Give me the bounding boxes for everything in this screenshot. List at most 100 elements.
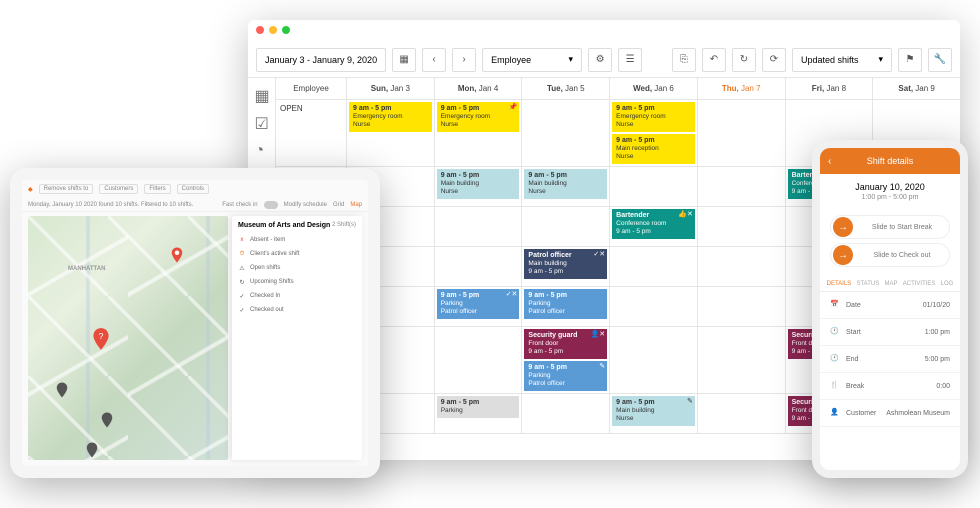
list-icon[interactable]: ☰	[618, 48, 642, 72]
tab-details[interactable]: DETAILS	[827, 281, 852, 287]
schedule-cell[interactable]	[697, 247, 785, 287]
day-header: Fri, Jan 8	[785, 78, 873, 99]
employee-filter[interactable]: Employee ▾	[482, 48, 582, 72]
detail-row: 📅Date01/10/20	[820, 292, 960, 319]
schedule-cell[interactable]: 9 am - 5 pmEmergency roomNurse9 am - 5 p…	[609, 100, 697, 167]
tab-map[interactable]: MAP	[884, 281, 897, 287]
view-map[interactable]: Map	[350, 202, 362, 208]
date-range[interactable]: January 3 - January 9, 2020	[256, 48, 386, 72]
shift-block[interactable]: Security guardFront door9 am - 5 pm👤✕	[524, 329, 607, 359]
pie-icon[interactable]: ◔	[255, 142, 269, 156]
shift-block[interactable]: 9 am - 5 pmMain buildingNurse	[437, 169, 520, 199]
calendar-check-icon[interactable]: ☑	[255, 114, 269, 128]
grid-view-icon[interactable]: ▦	[255, 86, 269, 100]
fast-checkin-toggle[interactable]: Fast check in	[222, 202, 257, 208]
calendar-icon[interactable]: ▦	[392, 48, 416, 72]
back-icon[interactable]: ‹	[828, 156, 831, 167]
shift-block[interactable]: 9 am - 5 pmParkingPatrol officer✎	[524, 361, 607, 391]
schedule-cell[interactable]	[434, 247, 522, 287]
view-grid[interactable]: Grid	[333, 202, 344, 208]
schedule-cell[interactable]	[697, 327, 785, 394]
shift-block[interactable]: 9 am - 5 pmParking	[437, 396, 520, 418]
shift-block[interactable]: 9 am - 5 pmMain receptionNurse	[612, 134, 695, 164]
mac-window-controls	[256, 26, 290, 34]
remove-shifts-button[interactable]: Remove shifts to	[39, 184, 94, 194]
shift-block[interactable]: 9 am - 5 pmEmergency roomNurse	[349, 102, 432, 132]
panel-item[interactable]: ✓Checked out	[238, 303, 356, 317]
schedule-cell[interactable]	[434, 207, 522, 247]
app-logo-icon: ◆	[28, 186, 33, 193]
map-pin-icon[interactable]	[98, 411, 116, 429]
schedule-cell[interactable]	[697, 207, 785, 247]
controls-button[interactable]: Controls	[177, 184, 209, 194]
tab-activities[interactable]: ACTIVITIES	[903, 281, 936, 287]
tablet-device: ◆ Remove shifts to Customers Filters Con…	[10, 168, 380, 478]
schedule-cell[interactable]	[609, 287, 697, 327]
map-view[interactable]: MANHATTAN ?	[28, 216, 228, 460]
slide-start-break[interactable]: → Slide to Start Break	[830, 215, 950, 239]
shift-block[interactable]: 9 am - 5 pmMain buildingNurse	[524, 169, 607, 199]
panel-item[interactable]: ↻Upcoming Shifts	[238, 275, 356, 289]
tablet-app: ◆ Remove shifts to Customers Filters Con…	[22, 180, 368, 466]
schedule-cell[interactable]: 9 am - 5 pmParkingPatrol officer✓✕	[434, 287, 522, 327]
chevron-down-icon: ▾	[569, 54, 574, 65]
copy-icon[interactable]: ⎘	[672, 48, 696, 72]
wrench-icon[interactable]: 🔧	[928, 48, 952, 72]
minimize-icon[interactable]	[269, 26, 277, 34]
shift-block[interactable]: 9 am - 5 pmEmergency roomNurse📌	[437, 102, 520, 132]
next-button[interactable]: ›	[452, 48, 476, 72]
undo-icon[interactable]: ↶	[702, 48, 726, 72]
slide-check-out[interactable]: → Slide to Check out	[830, 243, 950, 267]
map-pin-icon[interactable]	[83, 441, 101, 459]
arrow-right-icon: →	[833, 217, 853, 237]
close-icon[interactable]	[256, 26, 264, 34]
schedule-cell[interactable]: 9 am - 5 pmEmergency roomNurse📌	[434, 100, 522, 167]
schedule-cell[interactable]: BartenderConference room9 am - 5 pm👍✕	[609, 207, 697, 247]
panel-item[interactable]: ⏱Client's active shift	[238, 247, 356, 261]
shift-block[interactable]: 9 am - 5 pmMain buildingNurse✎	[612, 396, 695, 426]
customers-button[interactable]: Customers	[99, 184, 138, 194]
shift-block[interactable]: 9 am - 5 pmEmergency roomNurse	[612, 102, 695, 132]
shift-block[interactable]: 9 am - 5 pmParkingPatrol officer✓✕	[437, 289, 520, 319]
map-pin-icon[interactable]	[168, 246, 186, 264]
toggle-icon[interactable]	[264, 201, 278, 209]
modify-schedule-button[interactable]: Modify schedule	[284, 202, 327, 208]
redo-icon[interactable]: ↻	[732, 48, 756, 72]
schedule-cell[interactable]	[434, 327, 522, 394]
schedule-cell[interactable]	[521, 394, 609, 434]
refresh-icon[interactable]: ⟳	[762, 48, 786, 72]
schedule-cell[interactable]	[609, 247, 697, 287]
schedule-cell[interactable]	[697, 100, 785, 167]
shift-block[interactable]: BartenderConference room9 am - 5 pm👍✕	[612, 209, 695, 239]
schedule-cell[interactable]	[697, 167, 785, 207]
updated-filter[interactable]: Updated shifts ▾	[792, 48, 892, 72]
map-pin-icon[interactable]	[53, 381, 71, 399]
schedule-cell[interactable]	[697, 287, 785, 327]
schedule-cell[interactable]: 9 am - 5 pmParking	[434, 394, 522, 434]
schedule-cell[interactable]: 9 am - 5 pmParkingPatrol officer	[521, 287, 609, 327]
shift-block[interactable]: 9 am - 5 pmParkingPatrol officer	[524, 289, 607, 319]
schedule-cell[interactable]: 9 am - 5 pmMain buildingNurse	[521, 167, 609, 207]
panel-item[interactable]: ✓Checked In	[238, 289, 356, 303]
schedule-cell[interactable]	[521, 207, 609, 247]
schedule-cell[interactable]: 9 am - 5 pmMain buildingNurse✎	[609, 394, 697, 434]
tab-status[interactable]: STATUS	[856, 281, 879, 287]
schedule-cell[interactable]	[521, 100, 609, 167]
schedule-cell[interactable]	[609, 167, 697, 207]
panel-item[interactable]: ⚠Open shifts	[238, 261, 356, 275]
schedule-cell[interactable]: Patrol officerMain building9 am - 5 pm✓✕	[521, 247, 609, 287]
tab-log[interactable]: LOG	[941, 281, 954, 287]
prev-button[interactable]: ‹	[422, 48, 446, 72]
map-pin-selected-icon[interactable]: ?	[88, 326, 114, 352]
schedule-cell[interactable]: 9 am - 5 pmMain buildingNurse	[434, 167, 522, 207]
maximize-icon[interactable]	[282, 26, 290, 34]
schedule-cell[interactable]: Security guardFront door9 am - 5 pm👤✕9 a…	[521, 327, 609, 394]
schedule-cell[interactable]	[697, 394, 785, 434]
schedule-cell[interactable]	[609, 327, 697, 394]
filters-button[interactable]: Filters	[144, 184, 170, 194]
panel-item[interactable]: xAbsent - item	[238, 233, 356, 247]
shift-block[interactable]: Patrol officerMain building9 am - 5 pm✓✕	[524, 249, 607, 279]
flag-icon[interactable]: ⚑	[898, 48, 922, 72]
gear-icon[interactable]: ⚙	[588, 48, 612, 72]
schedule-cell[interactable]: 9 am - 5 pmEmergency roomNurse	[346, 100, 434, 167]
